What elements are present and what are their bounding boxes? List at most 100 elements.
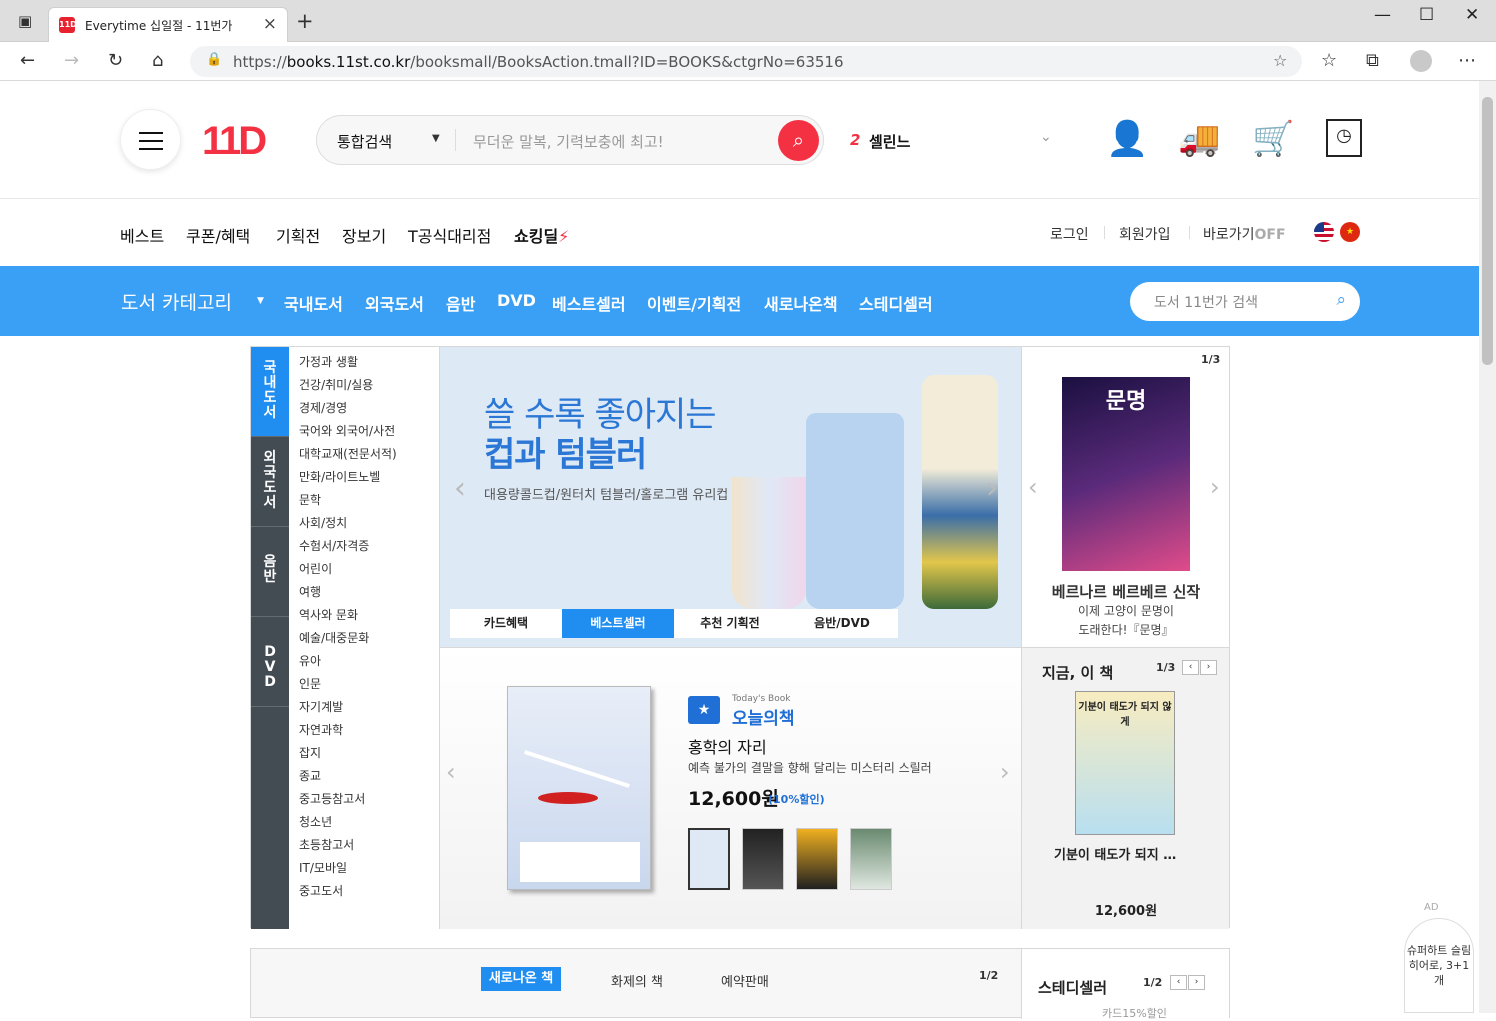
tab-hot-books[interactable]: 화제의 책 [611, 971, 663, 990]
category-item[interactable]: 만화/라이트노벨 [299, 468, 380, 485]
category-item[interactable]: 중고도서 [299, 882, 343, 899]
category-menu-title[interactable]: 도서 카테고리 [121, 288, 232, 315]
category-item[interactable]: 건강/취미/실용 [299, 376, 373, 393]
category-item[interactable]: 문학 [299, 491, 321, 508]
favorite-add-icon[interactable]: ☆ [1273, 51, 1287, 70]
category-item[interactable]: 초등참고서 [299, 836, 354, 853]
favorites-icon[interactable]: ☆ [1321, 50, 1337, 71]
chevron-right-icon[interactable]: › [1210, 473, 1220, 501]
back-icon[interactable]: ← [20, 50, 35, 71]
profile-icon[interactable] [1410, 50, 1432, 72]
category-item[interactable]: 잡지 [299, 744, 321, 761]
book-thumbnail[interactable] [688, 828, 730, 890]
category-item[interactable]: 자기계발 [299, 698, 343, 715]
url-input[interactable]: 🔒 https://books.11st.co.kr/booksmall/Boo… [190, 46, 1302, 77]
recent-view-icon[interactable]: ◷ [1326, 119, 1362, 157]
category-item[interactable]: 자연과학 [299, 721, 343, 738]
gnb-grocery[interactable]: 장보기 [342, 223, 386, 247]
gnb-t-store[interactable]: T공식대리점 [408, 223, 491, 247]
chevron-down-icon[interactable]: ▼ [432, 133, 440, 144]
us-flag-icon[interactable] [1314, 222, 1334, 242]
new-tab-icon[interactable]: + [296, 9, 314, 33]
category-item[interactable]: 수험서/자격증 [299, 537, 369, 554]
category-item[interactable]: 어린이 [299, 560, 332, 577]
ad-banner[interactable]: 슈퍼하트 슬림히어로, 3+1개 [1404, 918, 1474, 1013]
hero-tab-music[interactable]: 음반/DVD [786, 609, 898, 638]
category-item[interactable]: IT/모바일 [299, 859, 347, 876]
search-type-select[interactable]: 통합검색 [337, 131, 392, 152]
prev-button[interactable]: ‹ [1170, 975, 1187, 990]
hero-tab-recommend[interactable]: 추천 기획전 [674, 609, 786, 638]
close-icon[interactable]: ✕ [1465, 5, 1479, 25]
category-item[interactable]: 여행 [299, 583, 321, 600]
category-item[interactable]: 역사와 문화 [299, 606, 358, 623]
reload-icon[interactable]: ↻ [108, 50, 123, 71]
page-scrollbar[interactable] [1479, 81, 1496, 1013]
hero-banner[interactable]: 쓸 수록 좋아지는 컵과 텀블러 대용량콜드컵/원터치 텀블러/홀로그램 유리컵… [440, 347, 1021, 647]
book-thumbnail[interactable] [850, 828, 892, 890]
nav-dvd[interactable]: DVD [497, 291, 536, 310]
chevron-down-icon[interactable]: ⌄ [1040, 129, 1052, 145]
side-tab-dvd[interactable]: D V D [251, 617, 289, 707]
category-item[interactable]: 대학교재(전문서적) [299, 445, 397, 462]
chevron-right-icon[interactable]: › [986, 471, 998, 506]
category-item[interactable]: 청소년 [299, 813, 332, 830]
book-cover[interactable]: 문명 [1062, 377, 1190, 571]
side-tab-foreign[interactable]: 외 국 도 서 [251, 437, 289, 527]
home-icon[interactable]: ⌂ [152, 50, 163, 71]
next-button[interactable]: › [1188, 975, 1205, 990]
category-item[interactable]: 중고등참고서 [299, 790, 365, 807]
chevron-left-icon[interactable]: ‹ [454, 471, 466, 506]
browser-tab[interactable]: 11D Everytime 십일절 - 11번가 × [48, 7, 288, 42]
nav-music[interactable]: 음반 [446, 291, 475, 315]
gnb-shocking-deal[interactable]: 쇼킹딜⚡ [514, 223, 569, 247]
nav-bestseller[interactable]: 베스트셀러 [552, 291, 626, 315]
category-item[interactable]: 국어와 외국어/사전 [299, 422, 395, 439]
chevron-left-icon[interactable]: ‹ [446, 758, 456, 786]
nav-event[interactable]: 이벤트/기획전 [647, 291, 741, 315]
hero-tab-bestseller[interactable]: 베스트셀러 [562, 609, 674, 638]
search-input[interactable]: 무더운 말복, 기력보충에 최고! [473, 131, 664, 152]
tab-actions-icon[interactable]: ▣ [18, 12, 32, 30]
login-link[interactable]: 로그인 [1050, 224, 1089, 244]
signup-link[interactable]: 회원가입 [1119, 224, 1171, 244]
side-tab-domestic[interactable]: 국 내 도 서 [251, 347, 289, 437]
scrollbar-thumb[interactable] [1482, 97, 1493, 365]
category-item[interactable]: 경제/경영 [299, 399, 347, 416]
logo[interactable]: 11D [202, 119, 267, 164]
book-thumbnail[interactable] [742, 828, 784, 890]
nav-steady[interactable]: 스테디셀러 [859, 291, 933, 315]
nav-domestic[interactable]: 국내도서 [284, 291, 343, 315]
next-button[interactable]: › [1200, 660, 1217, 675]
tab-close-icon[interactable]: × [263, 14, 277, 34]
hamburger-menu-button[interactable] [120, 109, 181, 170]
side-tab-music[interactable]: 음 반 [251, 527, 289, 617]
today-book-title[interactable]: 홍학의 자리 [688, 734, 767, 758]
chevron-right-icon[interactable]: › [1000, 758, 1010, 786]
search-icon[interactable]: ⌕ [1336, 290, 1346, 310]
nav-new-books[interactable]: 새로나온책 [764, 291, 838, 315]
category-item[interactable]: 종교 [299, 767, 321, 784]
forward-icon[interactable]: → [64, 50, 79, 71]
gnb-coupon[interactable]: 쿠폰/혜택 [186, 223, 250, 247]
tab-preorder[interactable]: 예약판매 [721, 971, 769, 990]
now-book-caption[interactable]: 기분이 태도가 되지 … [1054, 844, 1176, 863]
book-cover[interactable]: 기분이 태도가 되지 않게 [1075, 691, 1175, 835]
caret-down-icon[interactable]: ▼ [257, 296, 264, 306]
minimize-icon[interactable]: — [1374, 5, 1391, 25]
rank-keyword[interactable]: 셀린느 [869, 131, 910, 152]
user-icon[interactable]: 👤 [1106, 119, 1148, 159]
prev-button[interactable]: ‹ [1182, 660, 1199, 675]
featured-caption[interactable]: 베르나르 베르베르 신작 [1022, 581, 1230, 602]
search-button[interactable]: ⌕ [778, 120, 819, 161]
hero-tab-card[interactable]: 카드혜택 [450, 609, 562, 638]
category-item[interactable]: 사회/정치 [299, 514, 347, 531]
category-item[interactable]: 가정과 생활 [299, 353, 358, 370]
chevron-left-icon[interactable]: ‹ [1028, 473, 1038, 501]
collections-icon[interactable]: ⧉ [1366, 50, 1379, 71]
nav-foreign[interactable]: 외국도서 [365, 291, 424, 315]
book-thumbnail[interactable] [796, 828, 838, 890]
gnb-best[interactable]: 베스트 [120, 223, 164, 247]
cart-icon[interactable]: 🛒 [1252, 119, 1294, 159]
tab-new-books[interactable]: 새로나온 책 [481, 967, 561, 991]
